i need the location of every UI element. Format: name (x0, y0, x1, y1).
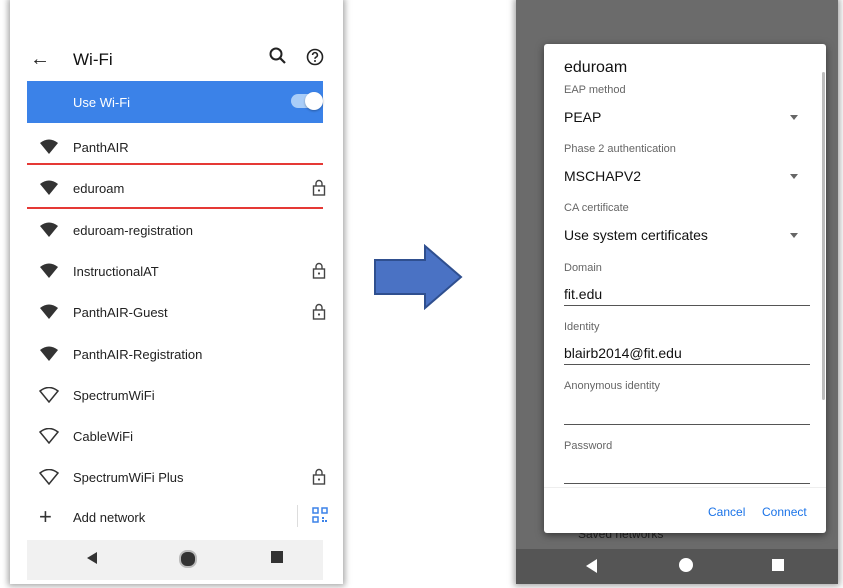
wifi-outline-icon (39, 386, 59, 403)
dialog-title: eduroam (564, 59, 628, 76)
wifi-filled-icon (40, 222, 58, 237)
lock-icon (312, 304, 326, 320)
network-name: InstructionalAT (73, 263, 159, 279)
wifi-settings-screen: ← Wi-Fi Use Wi-Fi PanthAIR eduroam eduroam… (10, 0, 343, 584)
use-wifi-row[interactable]: Use Wi-Fi (27, 81, 323, 123)
network-name: eduroam (73, 181, 125, 197)
domain-input[interactable]: fit.edu (564, 286, 602, 302)
network-name: PanthAIR-Guest (73, 305, 168, 321)
wifi-filled-icon (40, 263, 58, 278)
plus-icon: + (39, 504, 52, 529)
anonymous-identity-label: Anonymous identity (564, 380, 660, 392)
app-bar: ← Wi-Fi (10, 40, 343, 80)
network-row[interactable]: SpectrumWiFi Plus (27, 457, 326, 498)
network-name: CableWiFi (73, 429, 133, 445)
network-row[interactable]: PanthAIR (27, 127, 323, 168)
right-arrow-icon (374, 244, 463, 310)
cancel-button[interactable]: Cancel (708, 505, 745, 519)
network-name: SpectrumWiFi Plus (73, 470, 184, 486)
network-row[interactable]: eduroam (27, 168, 326, 209)
qr-code-scan-icon[interactable] (312, 507, 328, 523)
add-network-row[interactable]: + Add network (27, 497, 328, 538)
nav-home-icon[interactable] (179, 550, 197, 568)
domain-label: Domain (564, 262, 602, 274)
navigation-bar (516, 549, 838, 584)
wifi-filled-icon (40, 346, 58, 361)
nav-recents-icon[interactable] (772, 559, 784, 571)
search-icon[interactable] (268, 46, 288, 66)
password-underline (564, 483, 810, 484)
eap-method-dropdown[interactable]: PEAP (564, 109, 601, 125)
ca-certificate-dropdown[interactable]: Use system certificates (564, 227, 708, 243)
highlight-line-top (27, 163, 323, 165)
wifi-filled-icon (40, 180, 58, 196)
network-row[interactable]: eduroam-registration (27, 210, 323, 251)
ca-certificate-label: CA certificate (564, 202, 629, 214)
page-title: Wi-Fi (73, 50, 113, 69)
help-icon[interactable] (306, 48, 324, 66)
navigation-bar (27, 540, 323, 580)
identity-input[interactable]: blairb2014@fit.edu (564, 345, 682, 361)
status-bar (10, 0, 343, 30)
network-name: eduroam-registration (73, 222, 193, 238)
nav-back-icon[interactable] (586, 559, 597, 573)
network-row[interactable]: CableWiFi (27, 416, 323, 457)
nav-home-icon[interactable] (679, 558, 693, 572)
phase2-auth-label: Phase 2 authentication (564, 143, 676, 155)
network-row[interactable]: PanthAIR-Guest (27, 292, 326, 333)
network-row[interactable]: InstructionalAT (27, 251, 326, 292)
phase2-auth-dropdown[interactable]: MSCHAPV2 (564, 168, 641, 184)
dialog-footer-divider (544, 487, 826, 488)
nav-recents-icon[interactable] (271, 551, 283, 563)
wifi-filled-icon (40, 304, 58, 320)
password-label: Password (564, 440, 613, 452)
toggle-knob (305, 92, 323, 110)
wifi-filled-icon (40, 139, 58, 154)
back-arrow-icon[interactable]: ← (30, 48, 50, 71)
status-bar (516, 0, 838, 26)
nav-back-icon[interactable] (87, 552, 97, 564)
network-row[interactable]: SpectrumWiFi (27, 375, 323, 416)
identity-label: Identity (564, 321, 600, 333)
highlight-line-bottom (27, 207, 323, 209)
connect-button[interactable]: Connect (762, 505, 807, 519)
domain-underline (564, 305, 810, 306)
lock-icon (312, 469, 326, 486)
network-row[interactable]: PanthAIR-Registration (27, 334, 323, 375)
lock-icon (312, 262, 326, 279)
add-network-label: Add network (73, 510, 146, 525)
identity-underline (564, 364, 810, 365)
wifi-outline-icon (39, 469, 59, 486)
anonymous-identity-underline (564, 424, 810, 425)
dropdown-caret-icon[interactable] (790, 174, 798, 179)
use-wifi-label: Use Wi-Fi (73, 95, 131, 110)
eap-method-label: EAP method (564, 84, 626, 96)
network-name: SpectrumWiFi (73, 387, 155, 403)
dropdown-caret-icon[interactable] (790, 115, 798, 120)
dropdown-caret-icon[interactable] (790, 233, 798, 238)
wifi-outline-icon (39, 428, 59, 445)
scrollbar[interactable] (822, 72, 825, 400)
network-config-screen: Saved networks eduroam EAP method PEAP P… (516, 0, 838, 584)
lock-icon (312, 180, 326, 196)
network-name: PanthAIR (73, 140, 129, 155)
network-name: PanthAIR-Registration (73, 346, 203, 362)
wifi-toggle[interactable] (291, 92, 323, 110)
divider (297, 505, 298, 527)
eduroam-dialog: eduroam EAP method PEAP Phase 2 authenti… (544, 44, 826, 533)
